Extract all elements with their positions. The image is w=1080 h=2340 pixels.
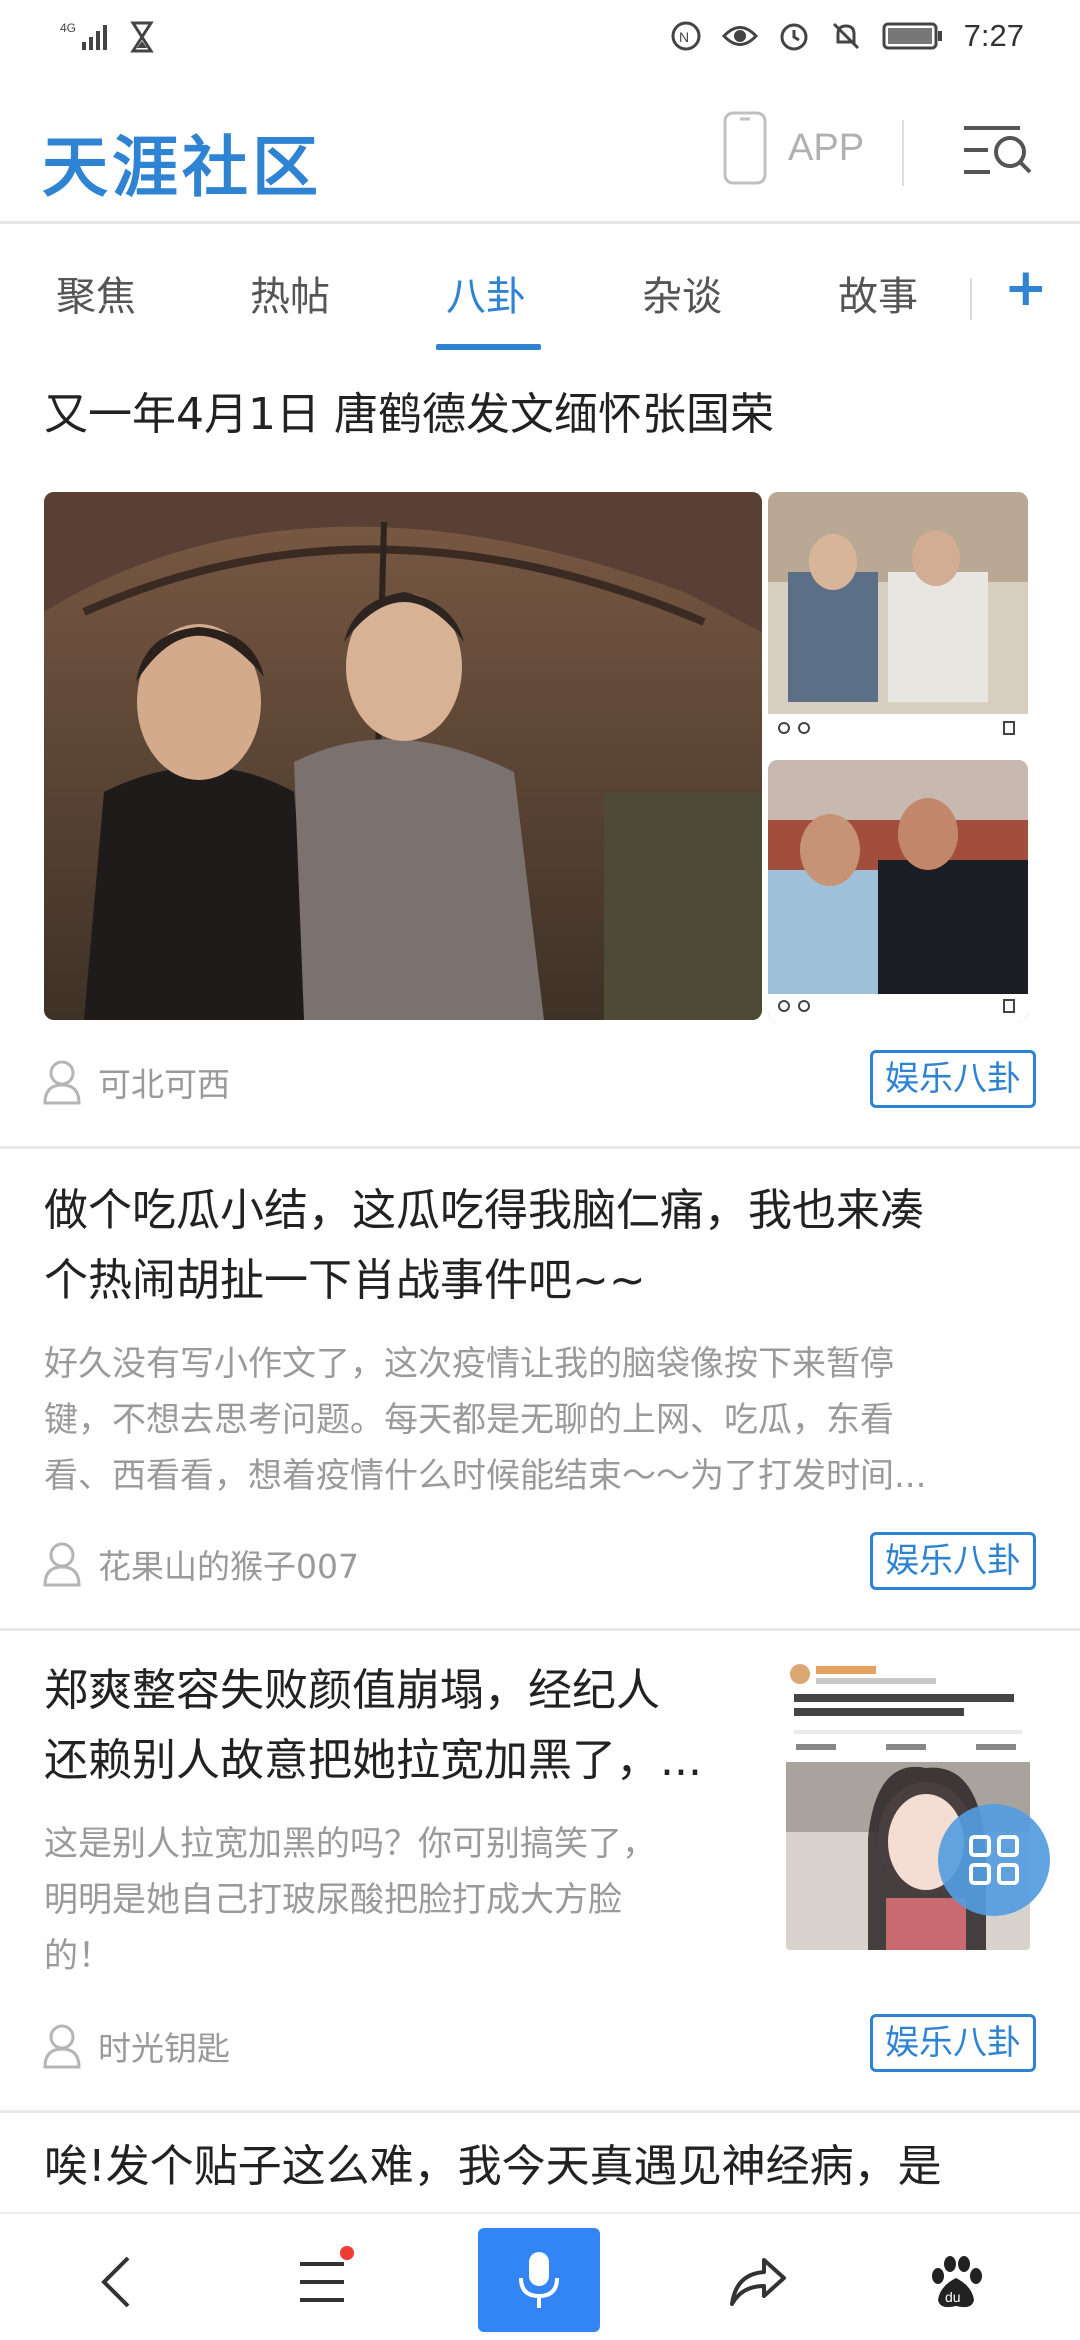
user-icon [42, 2023, 82, 2069]
post-title[interactable]: 又一年4月1日 唐鹤德发文缅怀张国荣 [44, 380, 774, 450]
post-author[interactable]: 可北可西 [98, 1058, 230, 1106]
post-meta: 花果山的猴子007 [42, 1540, 359, 1588]
back-icon [96, 2252, 136, 2312]
post-image-main[interactable] [44, 492, 762, 1020]
header-divider [902, 120, 904, 186]
category-tag[interactable]: 娱乐八卦 [870, 1532, 1036, 1590]
clock: 7:27 [963, 18, 1024, 53]
mute-icon [830, 20, 862, 52]
post-excerpt-line-3: 的！ [44, 1936, 112, 1976]
battery-icon [882, 21, 944, 51]
divider [0, 2110, 1080, 2113]
post-title-line-2[interactable]: 个热闹胡扯一下肖战事件吧~~ [44, 1246, 646, 1316]
post-excerpt-line-2: 键，不想去思考问题。每天都是无聊的上网、吃瓜，东看 [44, 1400, 894, 1440]
post-title-line-1[interactable]: 郑爽整容失败颜值崩塌，经纪人 [44, 1656, 660, 1726]
app-label: APP [788, 126, 865, 169]
floating-grid-button[interactable] [938, 1804, 1050, 1916]
channel-tabs: 聚焦 热帖 八卦 杂谈 故事 + [0, 226, 1080, 356]
share-icon [728, 2256, 788, 2308]
page: 4G N 7:27 天涯社区 APP 聚焦 热帖 八卦 杂谈 故事 + 又一年4… [0, 0, 1080, 2340]
post-excerpt-line-2: 明明是她自己打玻尿酸把脸打成大方脸 [44, 1880, 622, 1920]
baidu-button[interactable]: du [906, 2234, 1006, 2330]
voice-search-button[interactable] [478, 2228, 600, 2332]
header: 天涯社区 APP [0, 80, 1080, 224]
user-icon [42, 1541, 82, 1587]
menu-icon [296, 2258, 348, 2306]
status-right: N 7:27 [670, 18, 1024, 54]
tianya-logo[interactable]: 天涯社区 [42, 114, 322, 210]
feed-item[interactable]: 做个吃瓜小结，这瓜吃得我脑仁痛，我也来凑 个热闹胡扯一下肖战事件吧~~ 好久没有… [0, 1150, 1080, 1630]
post-excerpt-line-1: 这是别人拉宽加黑的吗？你可别搞笑了， [44, 1824, 656, 1864]
nfc-icon: N [670, 20, 702, 52]
back-button[interactable] [66, 2234, 166, 2330]
divider [0, 1628, 1080, 1631]
tab-stories[interactable]: 故事 [838, 264, 918, 322]
post-meta: 可北可西 [42, 1058, 230, 1106]
hourglass-icon [130, 20, 154, 54]
user-icon [42, 1059, 82, 1105]
tab-focus[interactable]: 聚焦 [56, 264, 136, 322]
alarm-icon [778, 20, 810, 52]
active-tab-indicator [436, 344, 541, 350]
category-tag[interactable]: 娱乐八卦 [870, 2014, 1036, 2072]
tab-chat[interactable]: 杂谈 [642, 264, 722, 322]
feed-item[interactable]: 唉!发个贴子这么难，我今天真遇见神经病，是 [0, 2114, 1080, 2214]
status-bar: 4G N 7:27 [0, 0, 1080, 80]
menu-search-button[interactable] [960, 122, 1034, 182]
svg-text:4G: 4G [60, 21, 76, 35]
feed-item[interactable]: 郑爽整容失败颜值崩塌，经纪人 还赖别人故意把她拉宽加黑了，... 这是别人拉宽加… [0, 1632, 1080, 2112]
share-button[interactable] [708, 2234, 808, 2330]
feed-item[interactable]: 又一年4月1日 唐鹤德发文缅怀张国荣 可北可西 娱乐八卦 [0, 360, 1080, 1150]
menu-button[interactable] [272, 2234, 372, 2330]
menu-search-icon [960, 122, 1034, 178]
post-title-line-1[interactable]: 做个吃瓜小结，这瓜吃得我脑仁痛，我也来凑 [44, 1176, 924, 1246]
category-tag[interactable]: 娱乐八卦 [870, 1050, 1036, 1108]
tab-hot-posts[interactable]: 热帖 [250, 264, 330, 322]
divider [0, 1146, 1080, 1149]
post-excerpt-line-3: 看、西看看，想着疫情什么时候能结束～～为了打发时间... [44, 1456, 927, 1496]
status-left: 4G [60, 20, 154, 54]
post-image-thumb-1[interactable] [768, 492, 1028, 742]
add-tab-button[interactable]: + [1004, 262, 1048, 314]
microphone-icon [517, 2250, 561, 2310]
phone-icon [722, 110, 768, 186]
signal-icon: 4G [60, 20, 116, 54]
notification-dot [340, 2246, 354, 2260]
svg-text:du: du [945, 2289, 961, 2305]
post-image-thumb-2[interactable] [768, 760, 1028, 1022]
bottom-navigation-bar: du [0, 2212, 1080, 2340]
grid-icon [967, 1833, 1021, 1887]
tab-gossip[interactable]: 八卦 [446, 264, 526, 322]
post-author[interactable]: 花果山的猴子007 [98, 1540, 359, 1588]
post-excerpt-line-1: 好久没有写小作文了，这次疫情让我的脑袋像按下来暂停 [44, 1344, 894, 1384]
post-meta: 时光钥匙 [42, 2022, 230, 2070]
post-title-line-1[interactable]: 唉!发个贴子这么难，我今天真遇见神经病，是 [44, 2132, 942, 2202]
svg-text:N: N [679, 29, 689, 45]
post-title-line-2[interactable]: 还赖别人故意把她拉宽加黑了，... [44, 1726, 702, 1796]
app-download-link[interactable]: APP [722, 110, 864, 186]
eye-icon [721, 23, 758, 49]
baidu-paw-icon: du [926, 2252, 986, 2312]
tabs-divider [970, 278, 972, 320]
post-author[interactable]: 时光钥匙 [98, 2022, 230, 2070]
